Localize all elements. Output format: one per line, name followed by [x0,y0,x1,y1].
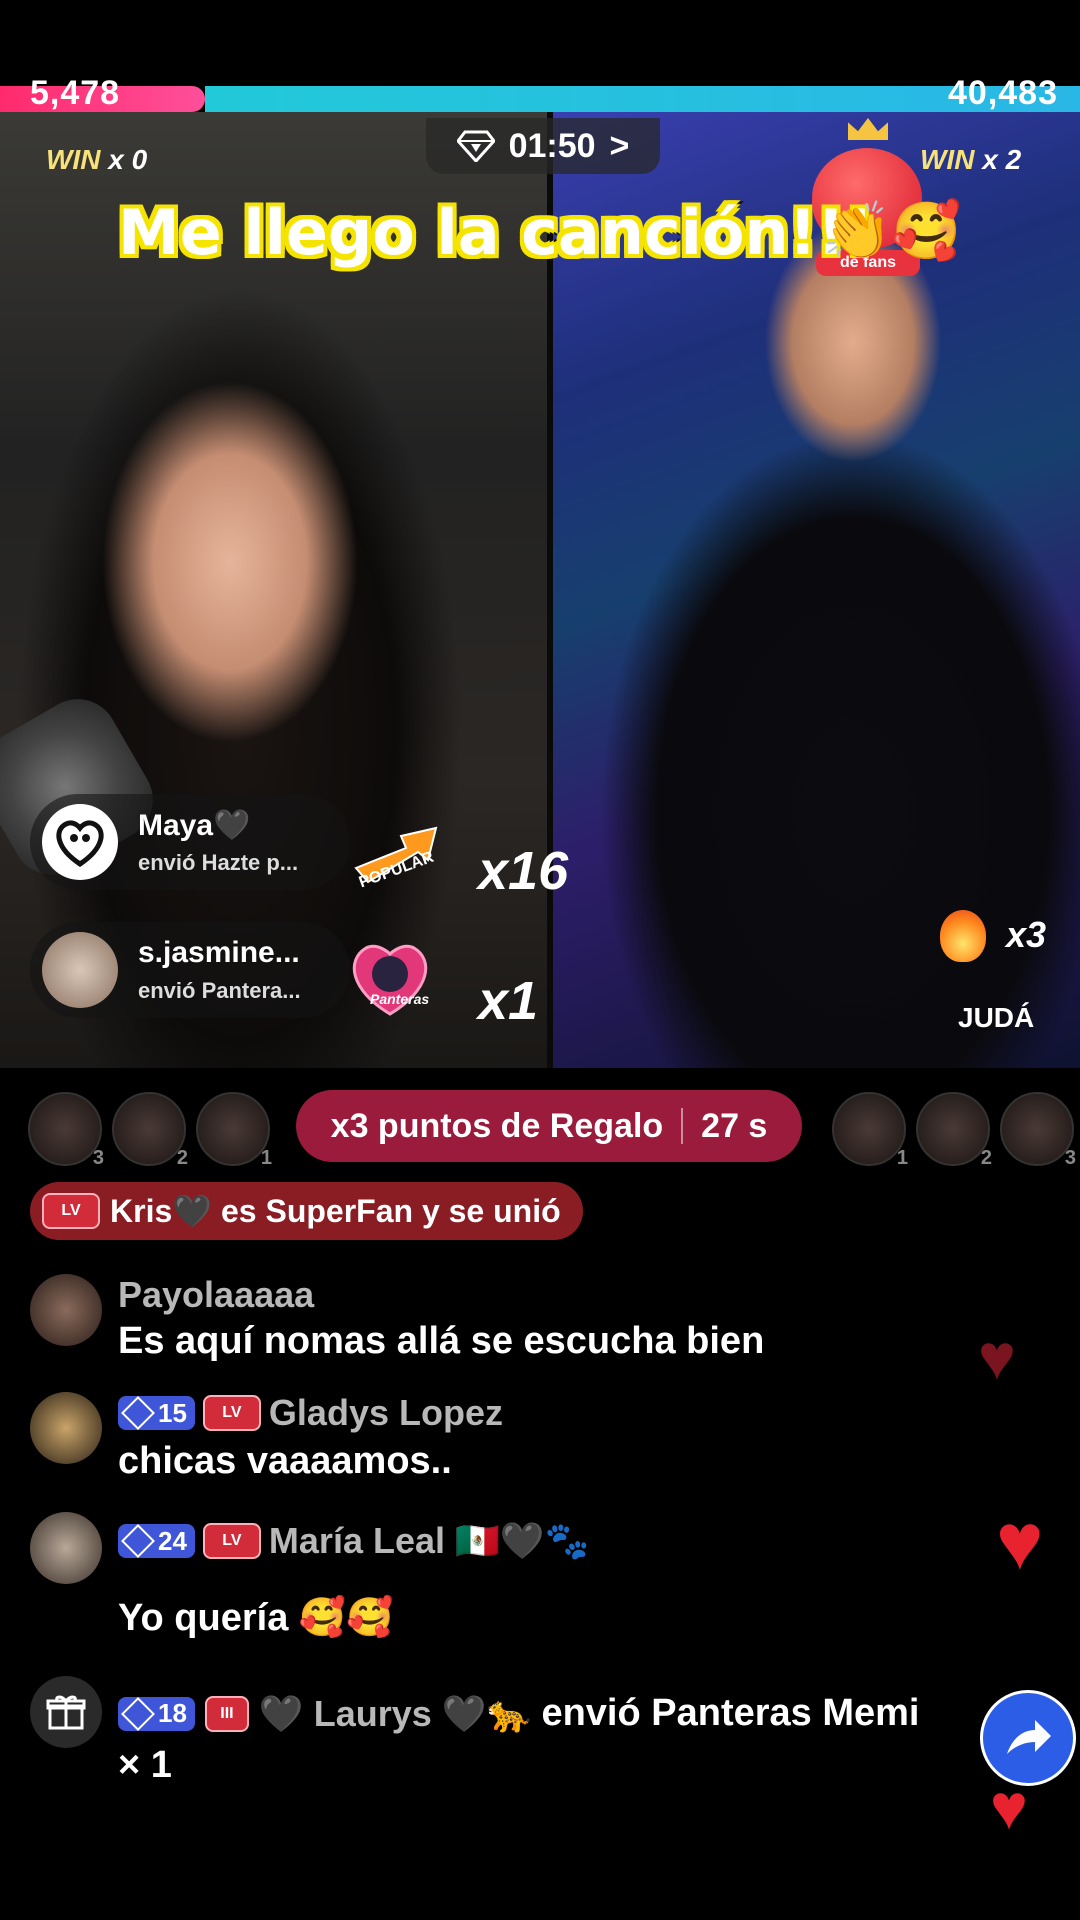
right-win-count: WIN x 2 [920,144,1021,176]
right-win-value: x 2 [982,144,1022,175]
points-separator [681,1108,684,1144]
points-time: 27 s [701,1106,768,1145]
gift-icon[interactable] [30,1676,102,1748]
toast-user-name: s.jasmine... [138,936,300,969]
toast-user-name: Maya🖤 [138,809,251,842]
gem-level-badge: 24 [118,1524,195,1558]
floating-heart-icon: ♥ [978,1321,1016,1393]
gem-icon [121,1396,155,1430]
gem-level-badge: 15 [118,1396,195,1430]
right-win-label: WIN [920,144,975,175]
panther-gift-icon: Panteras [340,930,440,1025]
left-score: 5,478 [30,74,121,112]
gift-points-bar[interactable]: x3 puntos de Regalo 27 s [296,1090,802,1162]
popular-gift-icon: POPULAR [346,808,446,903]
comment-header: 15 LV Gladys Lopez [118,1392,503,1434]
comment-header: 24 LV María Leal 🇲🇽🖤🐾 [118,1520,589,1562]
floating-heart-icon: ♥ [990,1771,1028,1843]
user-avatar [42,932,118,1008]
commenter-avatar[interactable] [30,1274,102,1346]
floating-heart-icon: ♥ [996,1497,1044,1586]
left-win-label: WIN [46,144,101,175]
rank-number: 1 [260,1147,272,1169]
chevron-right-icon: > [609,126,630,165]
gift-toast[interactable]: Maya🖤 envió Hazte p... [30,794,350,890]
gem-icon [121,1696,155,1731]
fire-icon [940,910,986,962]
comment-text: chicas vaaaamos.. [118,1440,452,1482]
gift-count: × 1 [118,1744,172,1786]
gem-icon [121,1524,155,1558]
comment-text: Yo quería 🥰🥰 [118,1597,394,1639]
battle-score-bar [0,86,1080,112]
gem-level: 18 [158,1698,187,1728]
gem-level: 15 [158,1397,187,1428]
panther-gift-label: Panteras [370,991,429,1007]
caption-emoji: 👏🥰 [822,199,962,262]
timer-value: 01:50 [508,126,596,165]
video-caption: Me llego la canción!!! [115,193,876,272]
commenter-avatar[interactable] [30,1512,102,1584]
commenter-name[interactable]: Payolaaaaa [118,1274,314,1316]
commenter-name[interactable]: 🖤 Laurys 🖤🐆 [259,1693,532,1735]
level-badge: LV [202,1523,261,1559]
rank-number: 2 [176,1147,188,1169]
right-host-name[interactable]: JUDÁ [958,1002,1034,1034]
comment-text: Es aquí nomas allá se escucha bien [118,1320,765,1362]
level-badge: LV [42,1193,100,1229]
rank-number: 1 [896,1147,908,1169]
left-rank-avatar[interactable]: 1 [196,1092,272,1169]
left-rank-avatar[interactable]: 3 [28,1092,104,1169]
right-score: 40,483 [948,74,1058,112]
commenter-name[interactable]: Gladys Lopez [269,1392,503,1434]
points-label: x3 puntos de Regalo [330,1106,664,1145]
superfan-text: Kris🖤 es SuperFan y se unió [110,1193,561,1229]
superfan-banner: LV Kris🖤 es SuperFan y se unió [30,1182,583,1240]
rank-number: 3 [92,1147,104,1169]
gift-comment-header: 18 III 🖤 Laurys 🖤🐆 envió Panteras Memi [118,1692,920,1735]
level-badge: LV [202,1395,261,1431]
gift-multiplier: x16 [478,841,569,901]
gem-level-badge: 18 [118,1696,195,1731]
rank-number: 3 [1064,1147,1076,1169]
toast-gift-action: envió Pantera... [138,978,301,1003]
gift-multiplier: x1 [478,971,539,1031]
gem-level: 24 [158,1525,187,1556]
right-rank-avatar[interactable]: 1 [832,1092,908,1169]
gift-comment-text: envió Panteras Memi [541,1692,920,1734]
user-avatar [42,804,118,880]
fire-multiplier: x3 [1006,914,1047,955]
diamond-icon [456,130,495,162]
left-win-value: x 0 [108,144,148,175]
right-rank-avatar[interactable]: 3 [1000,1092,1076,1169]
battle-timer[interactable]: 01:50 > [426,118,660,174]
rank-number: 2 [980,1147,992,1169]
commenter-avatar[interactable] [30,1392,102,1464]
skull-heart-icon [56,820,104,868]
gift-toast[interactable]: s.jasmine... envió Pantera... [30,922,350,1018]
toast-gift-action: envió Hazte p... [138,850,299,875]
commenter-name[interactable]: María Leal 🇲🇽🖤🐾 [269,1520,590,1562]
left-win-count: WIN x 0 [46,144,147,176]
left-rank-avatar[interactable]: 2 [112,1092,188,1169]
level-badge: III [204,1695,249,1732]
right-rank-avatar[interactable]: 2 [916,1092,992,1169]
